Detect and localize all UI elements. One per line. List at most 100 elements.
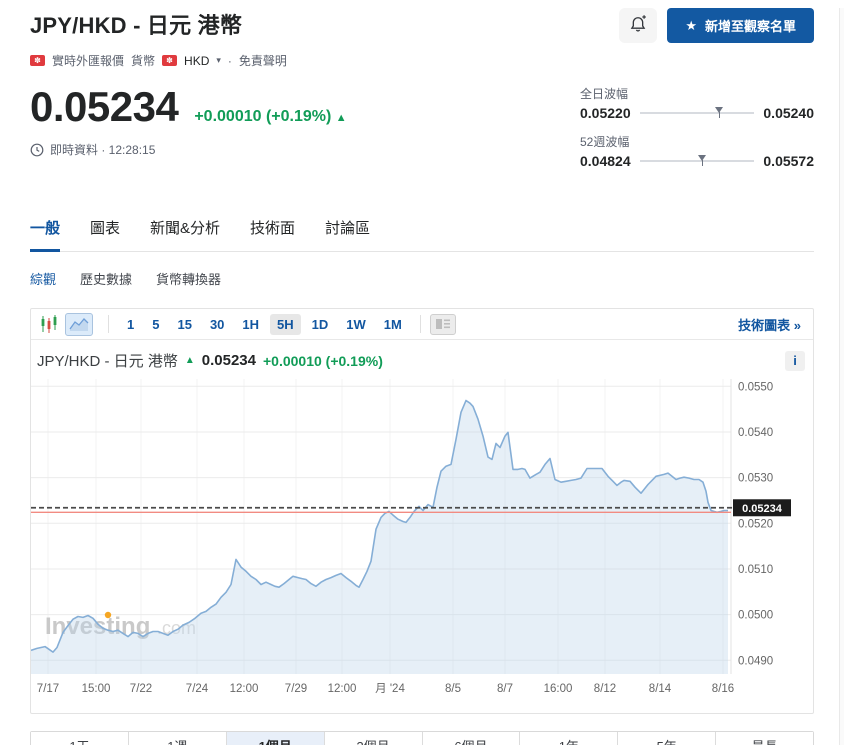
breadcrumb-currency[interactable]: 貨幣 [131, 52, 155, 69]
bell-plus-icon [628, 14, 648, 37]
tab-technical[interactable]: 技術面 [250, 217, 295, 251]
daily-range-slider [640, 107, 755, 119]
chevron-down-icon[interactable]: ▾ [216, 55, 221, 66]
svg-text:0.0540: 0.0540 [738, 427, 773, 439]
alert-bell-button[interactable] [619, 8, 657, 43]
hk-flag-icon: ✽ [30, 55, 45, 66]
timeframe-15[interactable]: 15 [170, 314, 198, 335]
svg-text:7/22: 7/22 [130, 683, 152, 695]
quote-section: 0.05234 +0.00010 (+0.19%) ▲ 即時資料 · 12:28… [30, 83, 814, 181]
page-title: JPY/HKD - 日元 港幣 [30, 8, 242, 40]
week52-range-label: 52週波幅 [580, 133, 814, 150]
tab-general[interactable]: 一般 [30, 217, 60, 252]
page: JPY/HKD - 日元 港幣 ★ 新增至觀察名單 ✽ 實時外匯報價 貨幣 ✽ … [0, 8, 844, 745]
period-max-button[interactable]: 最長 [715, 732, 813, 745]
timeframe-1w[interactable]: 1W [339, 314, 373, 335]
header: JPY/HKD - 日元 港幣 ★ 新增至觀察名單 [30, 8, 814, 43]
page-scrollbar[interactable] [839, 8, 844, 745]
subtab-currency-converter[interactable]: 貨幣轉換器 [156, 269, 221, 288]
week52-range-high: 0.05572 [763, 153, 814, 169]
up-arrow-icon: ▲ [336, 112, 347, 124]
svg-text:8/16: 8/16 [712, 683, 734, 695]
price-change: +0.00010 (+0.19%) ▲ [194, 108, 346, 126]
tab-news-analysis[interactable]: 新聞&分析 [150, 217, 220, 251]
up-arrow-icon: ▲ [185, 355, 195, 366]
svg-text:0.0520: 0.0520 [738, 518, 773, 530]
timeframe-1d[interactable]: 1D [305, 314, 336, 335]
svg-text:7/17: 7/17 [37, 683, 59, 695]
daily-range-low: 0.05220 [580, 105, 631, 121]
timeframe-5[interactable]: 5 [145, 314, 166, 335]
ranges-panel: 全日波幅 0.05220 0.05240 52週波幅 0.04824 [580, 83, 814, 181]
info-icon[interactable]: i [785, 351, 805, 371]
timeframe-1h[interactable]: 1H [235, 314, 266, 335]
svg-text:15:00: 15:00 [82, 683, 111, 695]
daily-range-high: 0.05240 [763, 105, 814, 121]
period-1w-button[interactable]: 1週 [128, 732, 226, 745]
watchlist-button-label: 新增至觀察名單 [705, 16, 796, 35]
svg-text:12:00: 12:00 [230, 683, 259, 695]
period-1y-button[interactable]: 1年 [519, 732, 617, 745]
svg-text:月 '24: 月 '24 [375, 683, 405, 695]
tab-chart[interactable]: 圖表 [90, 217, 120, 251]
chart-toolbar: 1 5 15 30 1H 5H 1D 1W 1M 技術圖表 » [31, 309, 813, 340]
timeframe-30[interactable]: 30 [203, 314, 231, 335]
technical-chart-link[interactable]: 技術圖表 » [738, 315, 805, 334]
chart-svg: 7/17 15:00 7/22 7/24 12:00 7/29 12:00 月 '24 8/5 8… [31, 379, 815, 704]
change-value: +0.00010 (+0.19%) [194, 108, 331, 125]
price-chart[interactable]: 7/17 15:00 7/22 7/24 12:00 7/29 12:00 月 '24 8/5 8… [31, 377, 813, 713]
svg-text:8/5: 8/5 [445, 683, 461, 695]
toolbar-divider [108, 315, 109, 333]
header-actions: ★ 新增至觀察名單 [619, 8, 814, 43]
svg-text:16:00: 16:00 [544, 683, 573, 695]
timeframe-1m[interactable]: 1M [377, 314, 409, 335]
week52-range: 52週波幅 0.04824 0.05572 [580, 133, 814, 169]
svg-text:8/14: 8/14 [649, 683, 672, 695]
timeframe-1[interactable]: 1 [120, 314, 141, 335]
add-to-watchlist-button[interactable]: ★ 新增至觀察名單 [667, 8, 814, 43]
timeframe-5h[interactable]: 5H [270, 314, 301, 335]
chart-last-price: 0.05234 [202, 352, 256, 369]
chart-price-change: +0.00010 (+0.19%) [263, 353, 383, 369]
last-price: 0.05234 [30, 83, 178, 131]
week52-range-low: 0.04824 [580, 153, 631, 169]
period-3m-button[interactable]: 3個月 [324, 732, 422, 745]
period-1m-button[interactable]: 1個月 [226, 732, 324, 745]
hk-flag-icon: ✽ [162, 55, 177, 66]
chart-instrument-name: JPY/HKD - 日元 港幣 [37, 350, 178, 371]
svg-text:0.05234: 0.05234 [742, 503, 783, 515]
toolbar-divider [420, 315, 421, 333]
main-tabs: 一般 圖表 新聞&分析 技術面 討論區 [30, 217, 814, 252]
subtab-historical-data[interactable]: 歷史數據 [80, 269, 132, 288]
svg-text:0.0530: 0.0530 [738, 473, 773, 485]
svg-text:7/29: 7/29 [285, 683, 307, 695]
subtab-overview[interactable]: 綜觀 [30, 269, 56, 288]
svg-text:0.0550: 0.0550 [738, 381, 773, 393]
svg-text:0.0490: 0.0490 [738, 655, 773, 667]
line-chart-icon[interactable] [65, 313, 93, 336]
clock-icon [30, 143, 44, 157]
realtime-row: 即時資料 · 12:28:15 [30, 141, 347, 158]
period-5y-button[interactable]: 5年 [617, 732, 715, 745]
svg-text:0.0510: 0.0510 [738, 564, 773, 576]
breadcrumb-realtime-fx[interactable]: 實時外匯報價 [52, 52, 124, 69]
chart-title-row: JPY/HKD - 日元 港幣 ▲ 0.05234 +0.00010 (+0.1… [31, 340, 813, 377]
sub-tabs: 綜觀 歷史數據 貨幣轉換器 [30, 269, 814, 288]
svg-text:12:00: 12:00 [328, 683, 357, 695]
breadcrumb-dot: · [228, 54, 232, 68]
tab-discussion[interactable]: 討論區 [325, 217, 370, 251]
price-row: 0.05234 +0.00010 (+0.19%) ▲ [30, 83, 347, 131]
breadcrumb: ✽ 實時外匯報價 貨幣 ✽ HKD ▾ · 免責聲明 [30, 52, 814, 69]
realtime-label: 即時資料 · 12:28:15 [50, 141, 155, 158]
breadcrumb-hkd[interactable]: HKD [184, 54, 209, 68]
disclaimer-link[interactable]: 免責聲明 [239, 52, 287, 69]
period-range-bar: 1天 1週 1個月 3個月 6個月 1年 5年 最長 [30, 731, 814, 745]
svg-text:7/24: 7/24 [186, 683, 209, 695]
daily-range-label: 全日波幅 [580, 85, 814, 102]
star-icon: ★ [685, 18, 697, 34]
candlestick-chart-icon[interactable] [39, 314, 59, 334]
period-6m-button[interactable]: 6個月 [422, 732, 520, 745]
quote-block: 0.05234 +0.00010 (+0.19%) ▲ 即時資料 · 12:28… [30, 83, 347, 181]
period-1d-button[interactable]: 1天 [31, 732, 128, 745]
news-panel-icon[interactable] [430, 314, 456, 335]
